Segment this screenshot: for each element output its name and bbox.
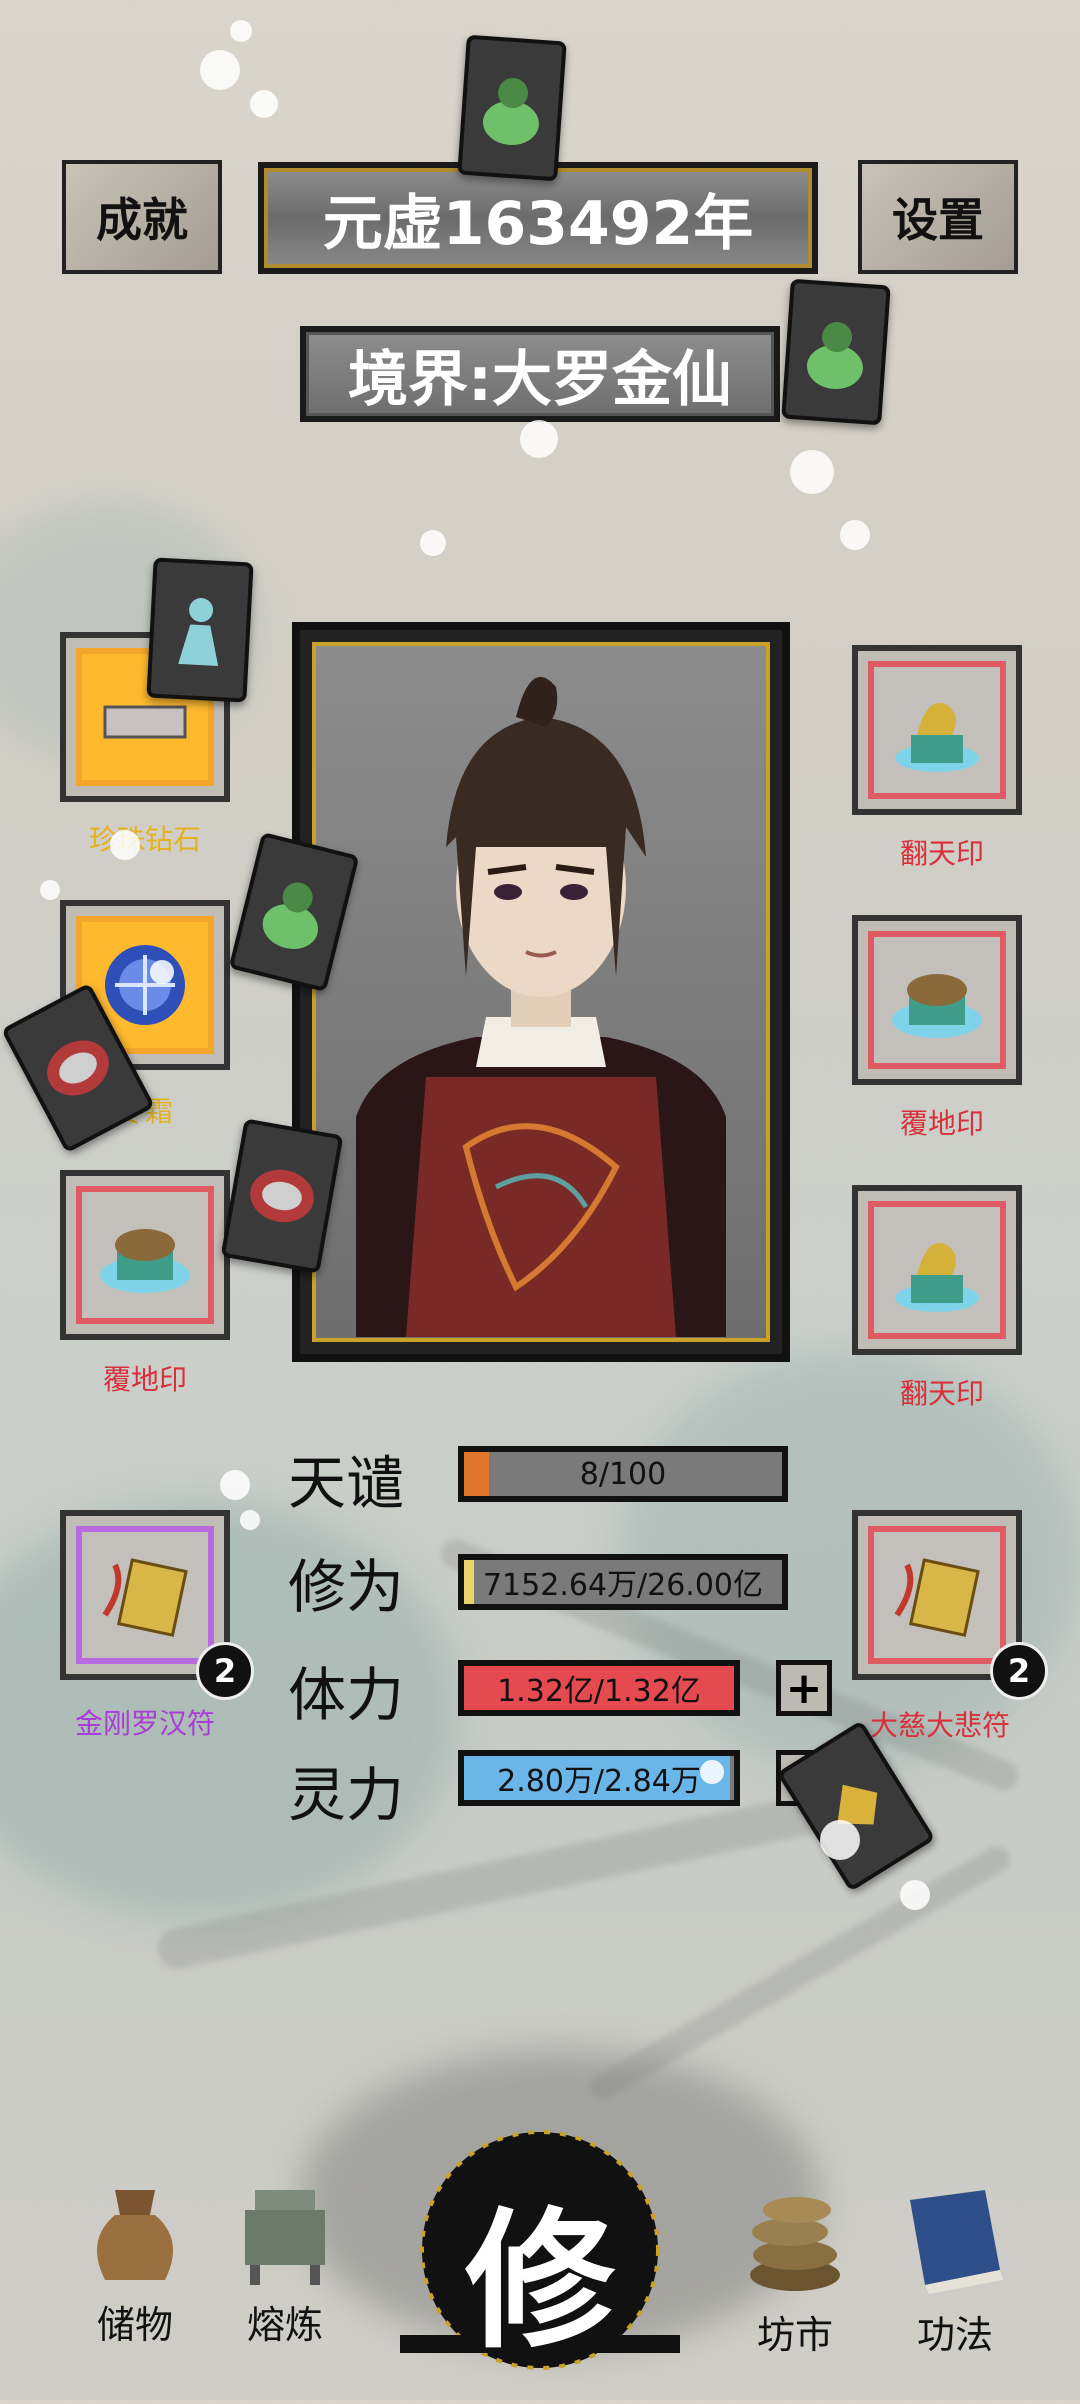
stat-label-tianqian: 天谴 [288,1449,405,1517]
lingli-value: 2.80万/2.84万 [497,1764,701,1799]
settings-label: 设置 [892,193,984,247]
tili-bar: 1.32亿/1.32亿 [458,1660,740,1716]
equip-slot-right-1[interactable] [852,645,1022,815]
xiuwei-bar: 7152.64万/26.00亿 [458,1554,788,1610]
slot-label-left-3: 覆地印 [102,1363,187,1396]
talisman-count-badge-right: 2 [990,1642,1048,1700]
nav-skills[interactable]: 功法 [880,2180,1030,2359]
settings-button[interactable]: 设置 [858,160,1018,274]
character-portrait[interactable] [292,622,790,1362]
heaven-seal-icon [895,1243,979,1312]
slot-label-right-3: 翻天印 [899,1377,984,1410]
coin-stack-icon [750,2197,840,2291]
frost-orb-icon [105,945,185,1025]
equip-slot-left-3[interactable] [60,1170,230,1340]
tili-value: 1.32亿/1.32亿 [497,1674,701,1709]
jade-toad-icon [482,78,539,145]
equip-slot-right-3[interactable] [852,1185,1022,1355]
character-figure-icon [356,677,726,1337]
talisman-scroll-icon [894,1558,980,1637]
slot-label-left-1: 珍珠钻石 [88,823,201,856]
heaven-seal-icon [895,703,979,772]
slot-label-right-2: 覆地印 [899,1107,984,1140]
realm-display: 境界:大罗金仙 [300,326,780,422]
nav-market[interactable]: 坊市 [720,2180,870,2359]
plus-icon: + [785,1662,823,1714]
jade-toad-icon [262,882,319,949]
stat-label-tili: 体力 [288,1661,405,1729]
earth-seal-icon [892,974,982,1038]
stat-label-lingli: 灵力 [288,1761,405,1829]
earth-seal-icon [100,1229,190,1293]
realm-label: 境界:大罗金仙 [348,344,732,415]
nav-smelt-label: 熔炼 [246,2303,323,2347]
floating-card-jade-toad[interactable] [457,34,567,182]
year-label: 元虚163492年 [322,188,754,259]
war-drum-icon [250,1169,314,1223]
nav-smelt[interactable]: 熔炼 [210,2170,360,2349]
stat-label-xiuwei: 修为 [288,1553,405,1621]
floating-card-jade-toad-2[interactable] [781,278,891,426]
nav-cultivate[interactable]: 修 [400,2120,680,2400]
tili-plus-button[interactable]: + [776,1660,832,1716]
nav-market-label: 坊市 [756,2313,833,2357]
talisman-label-left: 金刚罗汉符 [74,1707,215,1740]
cauldron-icon [245,2190,325,2285]
lingli-bar: 2.80万/2.84万 [458,1750,740,1806]
talisman-count-left: 2 [213,1652,237,1690]
nav-skills-label: 功法 [916,2313,993,2357]
nav-storage-label: 储物 [96,2303,173,2347]
tianqian-bar: 8/100 [458,1446,788,1502]
xiuwei-bar-fill [464,1560,474,1604]
meditating-figure-icon [178,598,219,666]
book-icon [910,2190,1003,2294]
jade-toad-icon [806,322,863,389]
xiuwei-value: 7152.64万/26.00亿 [482,1568,764,1603]
achievement-label: 成就 [96,193,188,247]
floating-card-meditation[interactable] [146,557,254,703]
nav-cultivate-label: 修 [464,2193,615,2369]
talisman-count-badge-left: 2 [196,1642,254,1700]
tianqian-value: 8/100 [579,1456,667,1492]
tianqian-bar-fill [464,1452,490,1496]
nav-storage[interactable]: 储物 [60,2170,210,2349]
equip-slot-right-2[interactable] [852,915,1022,1085]
talisman-scroll-icon [102,1558,188,1637]
talisman-count-right: 2 [1007,1652,1031,1690]
pouch-icon [97,2190,173,2280]
slot-label-right-1: 翻天印 [899,837,984,870]
achievement-button[interactable]: 成就 [62,160,222,274]
